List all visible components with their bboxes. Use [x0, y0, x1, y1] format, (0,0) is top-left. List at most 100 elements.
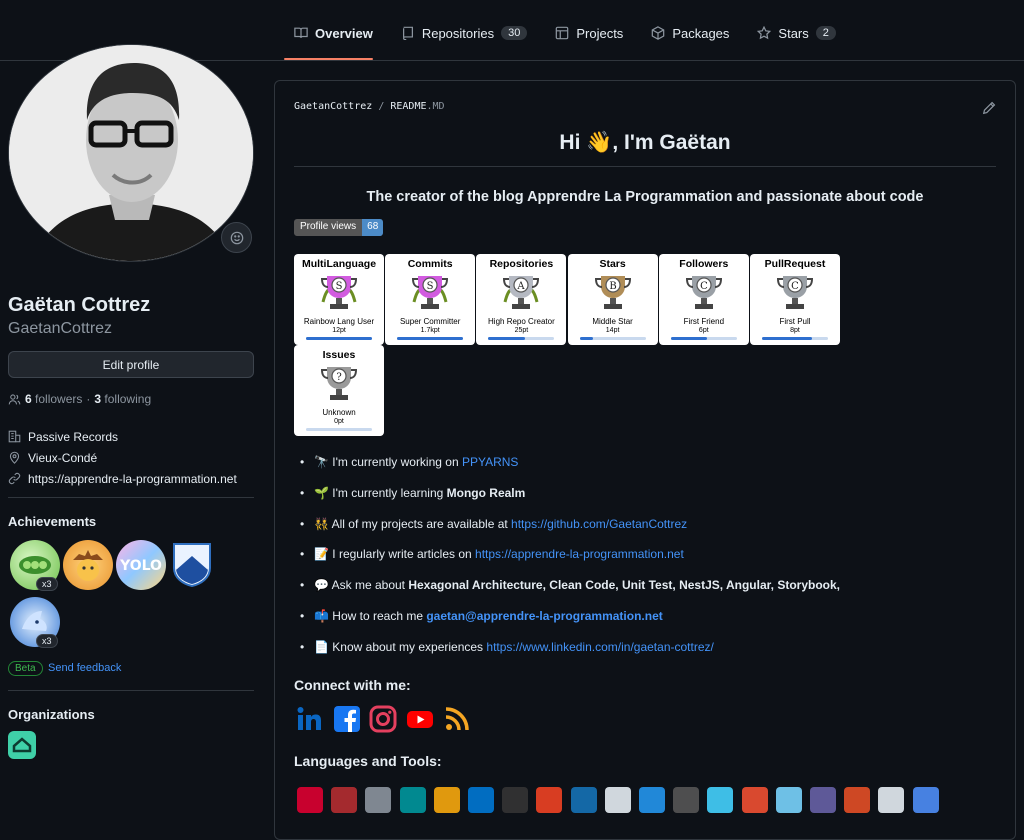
organization-avatar[interactable]	[8, 731, 36, 759]
connect-heading: Connect with me:	[294, 677, 411, 693]
trophy-name: Unknown	[322, 408, 356, 417]
location-row: Vieux-Condé	[8, 447, 237, 468]
youtube-icon[interactable]	[406, 705, 434, 733]
achievement-arctic-code-vault-badge[interactable]	[170, 540, 220, 590]
trophy-rank: C	[791, 281, 799, 292]
tab-label: Packages	[672, 25, 730, 41]
link-icon	[8, 472, 21, 485]
angular-icon[interactable]	[297, 787, 323, 813]
tab-projects[interactable]: Projects	[545, 18, 633, 48]
docker-icon[interactable]	[639, 787, 665, 813]
pencil-icon[interactable]	[982, 101, 996, 115]
smiley-icon	[230, 231, 243, 244]
trophy-card: Issues? Unknown 0pt	[294, 345, 384, 436]
tab-repositories[interactable]: Repositories 30	[391, 18, 538, 48]
trophy-progress-bar	[762, 337, 828, 340]
css3-icon[interactable]	[570, 787, 597, 813]
trophy-title: Commits	[407, 258, 453, 270]
instagram-icon[interactable]	[369, 705, 397, 733]
readme-breadcrumb: GaetanCottrez / README.MD	[294, 101, 445, 112]
send-feedback-link[interactable]: Send feedback	[48, 662, 121, 674]
flutter-icon[interactable]	[707, 787, 734, 813]
readme-bullet: 📝 I regularly write articles on https://…	[300, 547, 684, 561]
trophy-rank: S	[427, 281, 434, 292]
cowboy-icon	[73, 550, 103, 581]
trophy-cup-icon: C	[776, 276, 814, 309]
cypress-icon[interactable]	[604, 787, 631, 813]
people-icon	[8, 393, 21, 404]
follow-separator: ·	[86, 392, 91, 406]
shield-icon	[173, 543, 211, 588]
avatar[interactable]	[8, 44, 254, 262]
bullet-text: Know about my experiences	[332, 639, 487, 654]
tab-overview[interactable]: Overview	[284, 18, 383, 48]
repo-count-badge: 30	[501, 26, 528, 40]
bullet-link[interactable]: https://apprendre-la-programmation.net	[475, 547, 684, 561]
avatar-photo	[9, 45, 253, 261]
linkedin-icon[interactable]	[296, 705, 324, 733]
profile-views-count: 68	[362, 219, 384, 236]
trophy-points: 0pt	[334, 418, 344, 425]
trophy-progress-fill	[488, 337, 525, 340]
bullet-link[interactable]: https://www.linkedin.com/in/gaetan-cottr…	[486, 640, 713, 654]
codeigniter-icon[interactable]	[536, 787, 563, 813]
trophy-title: MultiLanguage	[301, 258, 377, 270]
ifttt-icon[interactable]	[878, 787, 905, 813]
edit-profile-button[interactable]: Edit profile	[8, 351, 254, 378]
bullet-bold-text: Hexagonal Architecture, Clean Code, Unit…	[408, 578, 840, 593]
aws-icon[interactable]	[433, 787, 460, 813]
trophy-points: 14pt	[605, 327, 620, 334]
trophy-points: 8pt	[790, 327, 800, 334]
bullet-link[interactable]: PPYARNS	[462, 455, 518, 469]
trophy-progress-bar	[306, 428, 372, 431]
bullet-emoji: 📄	[314, 639, 329, 654]
location-text: Vieux-Condé	[28, 450, 98, 465]
express-icon[interactable]	[673, 787, 700, 813]
go-icon[interactable]	[775, 787, 802, 813]
followers-link[interactable]: 6 followers	[25, 392, 82, 406]
html5-icon[interactable]	[844, 787, 871, 813]
git-icon[interactable]	[741, 787, 768, 813]
arduino-icon[interactable]	[399, 787, 426, 813]
bullet-link[interactable]: https://github.com/GaetanCottrez	[511, 517, 687, 531]
bullet-emoji: 🌱	[314, 485, 329, 500]
trophy-progress-fill	[670, 337, 708, 340]
github-actions-icon[interactable]	[365, 787, 392, 813]
followers-count: 6	[25, 392, 32, 406]
following-link[interactable]: 3 following	[94, 392, 151, 406]
location-icon	[9, 451, 20, 464]
achievement-quickdraw-badge[interactable]	[63, 540, 113, 590]
trophy-progress-fill	[397, 337, 464, 340]
email-link[interactable]: gaetan@apprendre-la-programmation.net	[426, 609, 662, 623]
readme-owner-link[interactable]: GaetanCottrez	[294, 101, 372, 112]
trophy-cup-icon: A	[503, 276, 540, 309]
rss-icon[interactable]	[443, 705, 471, 733]
readme-heading: Hi 👋, I'm Gaëtan	[559, 131, 731, 154]
company-name: Passive Records	[28, 429, 119, 444]
tab-packages[interactable]: Packages	[641, 18, 739, 48]
yolo-icon: YOLO	[119, 558, 162, 574]
bullet-text: All of my projects are available at	[331, 516, 512, 531]
trophy-name: Rainbow Lang User	[303, 317, 375, 326]
heroku-icon[interactable]	[810, 787, 836, 813]
facebook-icon[interactable]	[333, 705, 361, 733]
circleci-icon[interactable]	[502, 787, 529, 813]
heading-divider	[294, 166, 996, 167]
book-icon	[294, 27, 308, 38]
sidebar-divider	[8, 690, 254, 691]
set-status-button[interactable]	[221, 222, 252, 253]
angular-material-icon[interactable]	[331, 787, 358, 813]
trophy-points: 25pt	[514, 327, 529, 334]
readme-bullet: 🔭 I'm currently working on PPYARNS	[300, 455, 518, 469]
azure-icon[interactable]	[468, 787, 494, 813]
bullet-emoji: 📝	[314, 547, 329, 562]
achievement-yolo-badge[interactable]: YOLO	[116, 540, 166, 590]
trophy-name: First Friend	[683, 317, 725, 326]
profile-details: Passive Records Vieux-Condé https://appr…	[8, 426, 237, 489]
trophy-points: 1.7kpt	[420, 327, 440, 334]
website-link[interactable]: https://apprendre-la-programmation.net	[28, 472, 237, 486]
beta-label: Beta	[8, 661, 43, 676]
achievement-tier-badge: x3	[36, 577, 58, 591]
ionic-icon[interactable]	[912, 787, 939, 813]
tab-stars[interactable]: Stars 2	[747, 18, 845, 48]
